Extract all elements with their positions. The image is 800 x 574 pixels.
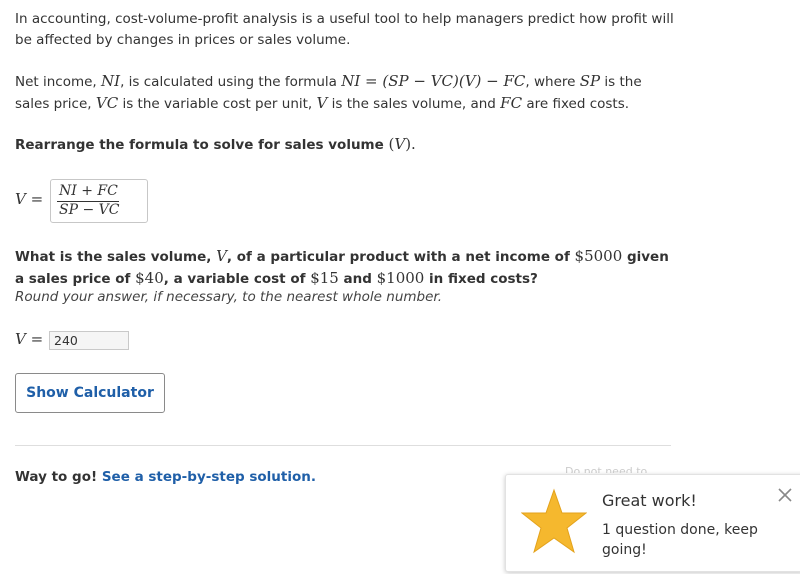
question-text: What is the sales volume, V, of a partic… <box>15 246 675 290</box>
toast-message: 1 question done, keep going! <box>602 522 758 558</box>
text-segment: , is calculated using the formula <box>120 74 342 90</box>
text-segment: in fixed costs? <box>424 271 538 287</box>
star-icon <box>521 488 587 554</box>
math-v: V <box>216 247 227 265</box>
toast-title: Great work! <box>602 491 697 510</box>
answer-label: V = <box>15 329 43 351</box>
math-sales-price: $40 <box>135 269 164 287</box>
equals-sign: = <box>25 330 44 348</box>
step-by-step-solution-link[interactable]: See a step-by-step solution. <box>102 469 316 485</box>
math-v: V <box>316 94 328 112</box>
fraction-denominator: SP − VC <box>59 202 120 218</box>
text-segment: , where <box>525 74 580 90</box>
text-segment: is the variable cost per unit, <box>118 96 317 112</box>
math-v: V <box>15 190 26 208</box>
fraction-answer-box[interactable]: NI + FC SP − VC <box>50 179 148 223</box>
math-fixed-costs: $1000 <box>376 269 425 287</box>
intro-paragraph: In accounting, cost-volume-profit analys… <box>15 9 675 51</box>
divider <box>15 445 671 446</box>
math-fc: FC <box>500 94 523 112</box>
fraction-numerator: NI + FC <box>59 183 118 199</box>
text-segment: and <box>338 271 377 287</box>
equation-label: V = <box>15 189 43 211</box>
text-segment: Net income, <box>15 74 102 90</box>
show-calculator-button[interactable]: Show Calculator <box>15 373 165 413</box>
text-segment: , of a particular product with a net inc… <box>226 249 575 265</box>
text-segment: What is the sales volume, <box>15 249 217 265</box>
intro-text: In accounting, cost-volume-profit analys… <box>15 11 674 48</box>
feedback-text: Way to go! <box>15 469 102 485</box>
formula-math: NI = (SP − VC)(V) − FC <box>341 72 526 90</box>
text-segment: is the sales volume, and <box>327 96 501 112</box>
equals-sign: = <box>25 190 44 208</box>
obscured-text: Do not need to <box>565 466 648 473</box>
text-segment: , a variable cost of <box>163 271 311 287</box>
answer-input[interactable]: 240 <box>49 331 129 350</box>
math-vc: VC <box>95 94 119 112</box>
success-toast: Great work! 1 question done, keep going! <box>505 474 800 572</box>
math-variable-cost: $15 <box>310 269 339 287</box>
math-v: V <box>15 330 26 348</box>
rearrange-prompt: Rearrange the formula to solve for sales… <box>15 134 675 156</box>
net-income-paragraph: Net income, NI, is calculated using the … <box>15 71 675 115</box>
text-segment: Rearrange the formula to solve for sales… <box>15 137 389 153</box>
text-segment: are fixed costs. <box>522 96 630 112</box>
math-ni: NI <box>101 72 121 90</box>
rounding-hint: Round your answer, if necessary, to the … <box>15 289 443 305</box>
math-sp: SP <box>579 72 601 90</box>
math-v: V <box>394 135 406 153</box>
paren: ). <box>405 135 416 153</box>
math-net-income: $5000 <box>574 247 623 265</box>
feedback-message: Way to go! See a step-by-step solution. <box>15 467 316 488</box>
close-icon[interactable] <box>778 488 792 502</box>
